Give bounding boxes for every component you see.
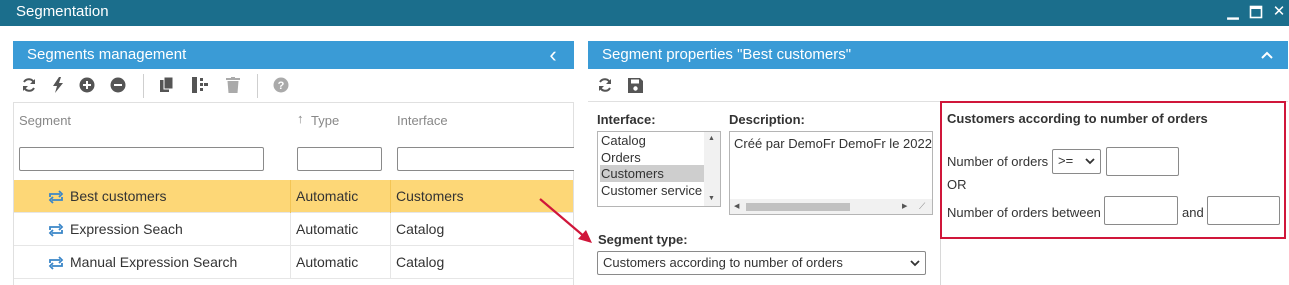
collapse-left-icon[interactable]: ‹ <box>544 41 562 69</box>
number-of-orders-input[interactable] <box>1106 147 1179 176</box>
resize-grip-icon[interactable]: ⟋ <box>919 201 925 212</box>
cell-divider <box>290 246 291 279</box>
description-scrollbar[interactable]: ◀ ▶ ⟋ <box>730 199 932 214</box>
column-header-segment[interactable]: Segment <box>19 113 71 128</box>
copy-icon[interactable] <box>158 75 176 95</box>
lightning-icon[interactable] <box>49 75 67 95</box>
minimize-icon[interactable]: ▁ <box>1225 3 1241 21</box>
repeat-icon <box>48 246 64 279</box>
interface-option[interactable]: Customer service <box>600 182 705 199</box>
segments-management-header: Segments management ‹ <box>13 41 574 69</box>
description-textarea[interactable]: Créé par DemoFr DemoFr le 2022 ◀ ▶ ⟋ <box>729 131 933 215</box>
close-icon[interactable]: ✕ <box>1271 3 1287 21</box>
cell-divider <box>390 213 391 246</box>
interface-option[interactable]: Orders <box>600 149 705 166</box>
segment-interface: Catalog <box>396 221 445 237</box>
scrollbar-thumb[interactable] <box>746 203 850 211</box>
segment-interface: Customers <box>396 188 464 204</box>
description-label: Description: <box>729 112 805 127</box>
or-label: OR <box>947 177 967 192</box>
description-text: Créé par DemoFr DemoFr le 2022 <box>734 136 932 151</box>
listbox-scrollbar[interactable]: ▲ ▼ <box>704 132 720 206</box>
cell-divider <box>290 213 291 246</box>
segment-type: Automatic <box>296 254 359 270</box>
cell-divider <box>290 180 291 213</box>
segment-type-select[interactable]: Customers according to number of orders <box>597 251 926 275</box>
refresh-icon[interactable] <box>20 75 38 95</box>
scroll-left-icon[interactable]: ◀ <box>734 202 739 210</box>
interface-label: Interface: <box>597 112 656 127</box>
svg-text:?: ? <box>278 80 285 92</box>
segment-name: Manual Expression Search <box>70 254 238 270</box>
toolbar-separator <box>257 74 258 98</box>
trash-icon[interactable] <box>224 75 242 95</box>
segment-interface: Catalog <box>396 254 445 270</box>
number-of-orders-label: Number of orders <box>947 154 1049 169</box>
cell-divider <box>390 180 391 213</box>
segment-filter-input[interactable] <box>19 147 264 171</box>
segment-type: Automatic <box>296 221 359 237</box>
chevron-down-icon <box>1084 150 1096 172</box>
plus-circle-icon[interactable] <box>78 75 96 95</box>
orders-max-input[interactable] <box>1207 196 1280 225</box>
segment-type-value: Customers according to number of orders <box>603 255 843 270</box>
window-titlebar: Segmentation ▁ ✕ <box>0 0 1289 26</box>
operator-value: >= <box>1058 153 1074 168</box>
save-icon[interactable] <box>626 75 644 95</box>
column-divider <box>940 239 941 285</box>
repeat-icon <box>48 180 64 213</box>
interface-listbox[interactable]: Catalog Orders Customers Customer servic… <box>597 131 721 207</box>
annotation-arrow-icon <box>539 198 592 243</box>
window-title: Segmentation <box>16 3 109 20</box>
interface-option-selected[interactable]: Customers <box>600 165 705 182</box>
interface-option[interactable]: Catalog <box>600 132 705 149</box>
column-header-type[interactable]: Type <box>311 113 339 128</box>
segment-name: Expression Seach <box>70 221 183 237</box>
segment-properties-header: Segment properties "Best customers" <box>588 41 1288 69</box>
table-row[interactable]: Best customers Automatic Customers <box>14 180 573 213</box>
collapse-right-icon[interactable] <box>1258 41 1276 69</box>
criteria-title: Customers according to number of orders <box>947 111 1208 126</box>
orders-between-label: Number of orders between <box>947 205 1101 220</box>
sort-ascending-icon[interactable]: ↑ <box>297 111 304 126</box>
table-row[interactable]: Expression Seach Automatic Catalog <box>14 213 573 246</box>
type-filter-input[interactable] <box>297 147 382 171</box>
panel-title: Segment properties "Best customers" <box>602 46 852 63</box>
segment-type-label: Segment type: <box>598 232 688 247</box>
minus-circle-icon[interactable] <box>109 75 127 95</box>
panel-title: Segments management <box>27 46 187 63</box>
operator-select[interactable]: >= <box>1052 149 1101 174</box>
segment-type: Automatic <box>296 188 359 204</box>
refresh-icon[interactable] <box>596 75 614 95</box>
interface-filter-input[interactable] <box>397 147 574 171</box>
scroll-right-icon[interactable]: ▶ <box>902 202 907 210</box>
orders-min-input[interactable] <box>1104 196 1178 225</box>
split-icon[interactable] <box>191 75 209 95</box>
column-header-interface[interactable]: Interface <box>397 113 448 128</box>
maximize-icon[interactable] <box>1248 3 1264 21</box>
chevron-down-icon <box>909 252 921 274</box>
toolbar-separator <box>143 74 144 98</box>
repeat-icon <box>48 213 64 246</box>
segment-name: Best customers <box>70 188 167 204</box>
table-row[interactable]: Manual Expression Search Automatic Catal… <box>14 246 573 279</box>
scroll-up-icon[interactable]: ▲ <box>708 135 715 142</box>
scroll-down-icon[interactable]: ▼ <box>708 195 715 202</box>
and-label: and <box>1182 205 1204 220</box>
help-icon[interactable]: ? <box>272 75 290 95</box>
cell-divider <box>390 246 391 279</box>
